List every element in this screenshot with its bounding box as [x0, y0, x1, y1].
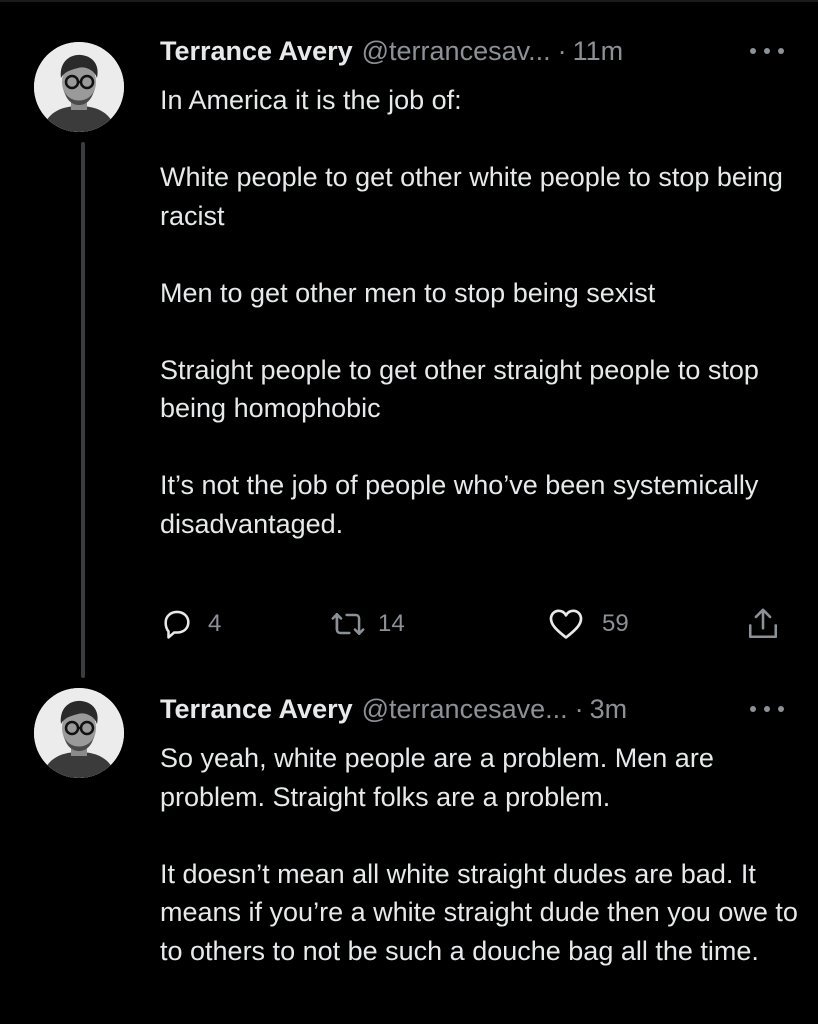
top-divider: [0, 0, 818, 2]
avatar[interactable]: [34, 688, 124, 778]
reply-icon: [164, 610, 190, 639]
like-button[interactable]: 59: [548, 604, 629, 644]
tweet-paragraph: White people to get other white people t…: [160, 162, 783, 231]
tweet-text: In America it is the job of: White peopl…: [160, 81, 800, 543]
tweet-header: Terrance Avery @terrancesav... · 11m: [160, 34, 778, 68]
author-name[interactable]: Terrance Avery: [160, 694, 353, 725]
tweet-header: Terrance Avery @terrancesave... · 3m: [160, 692, 778, 726]
tweet-paragraph: Men to get other men to stop being sexis…: [160, 277, 656, 308]
tweet-paragraph: It doesn’t mean all white straight dudes…: [160, 858, 798, 966]
reply-count: 4: [208, 610, 222, 637]
separator-dot: ·: [557, 35, 567, 66]
author-name[interactable]: Terrance Avery: [160, 36, 353, 67]
retweet-count: 14: [378, 610, 405, 637]
avatar-photo-icon: [34, 688, 124, 778]
avatar[interactable]: [34, 42, 124, 132]
reply-button[interactable]: 4: [160, 604, 221, 644]
thread-connector-line: [81, 142, 85, 678]
retweet-button[interactable]: 14: [330, 604, 405, 644]
timestamp[interactable]: 3m: [590, 694, 628, 725]
retweet-icon: [331, 613, 365, 635]
timestamp[interactable]: 11m: [573, 36, 624, 67]
more-horizontal-icon[interactable]: [750, 46, 784, 56]
avatar-photo-icon: [34, 42, 124, 132]
tweet-paragraph: It’s not the job of people who’ve been s…: [160, 470, 759, 539]
tweet-text: So yeah, white people are a problem. Men…: [160, 739, 800, 970]
separator-dot: ·: [574, 693, 584, 724]
tweet-paragraph: In America it is the job of:: [160, 85, 462, 115]
share-button[interactable]: [746, 604, 780, 644]
more-horizontal-icon[interactable]: [750, 704, 784, 714]
tweet-paragraph: Straight people to get other straight pe…: [160, 354, 759, 424]
tweet-actions-bar: 4 14 59: [160, 604, 790, 644]
like-count: 59: [602, 610, 629, 637]
tweet-paragraph: So yeah, white people are a problem. Men…: [160, 743, 714, 812]
author-handle[interactable]: @terrancesave...: [362, 694, 568, 725]
author-handle[interactable]: @terrancesav...: [362, 36, 551, 67]
heart-icon: [549, 609, 583, 639]
share-icon: [748, 608, 778, 639]
